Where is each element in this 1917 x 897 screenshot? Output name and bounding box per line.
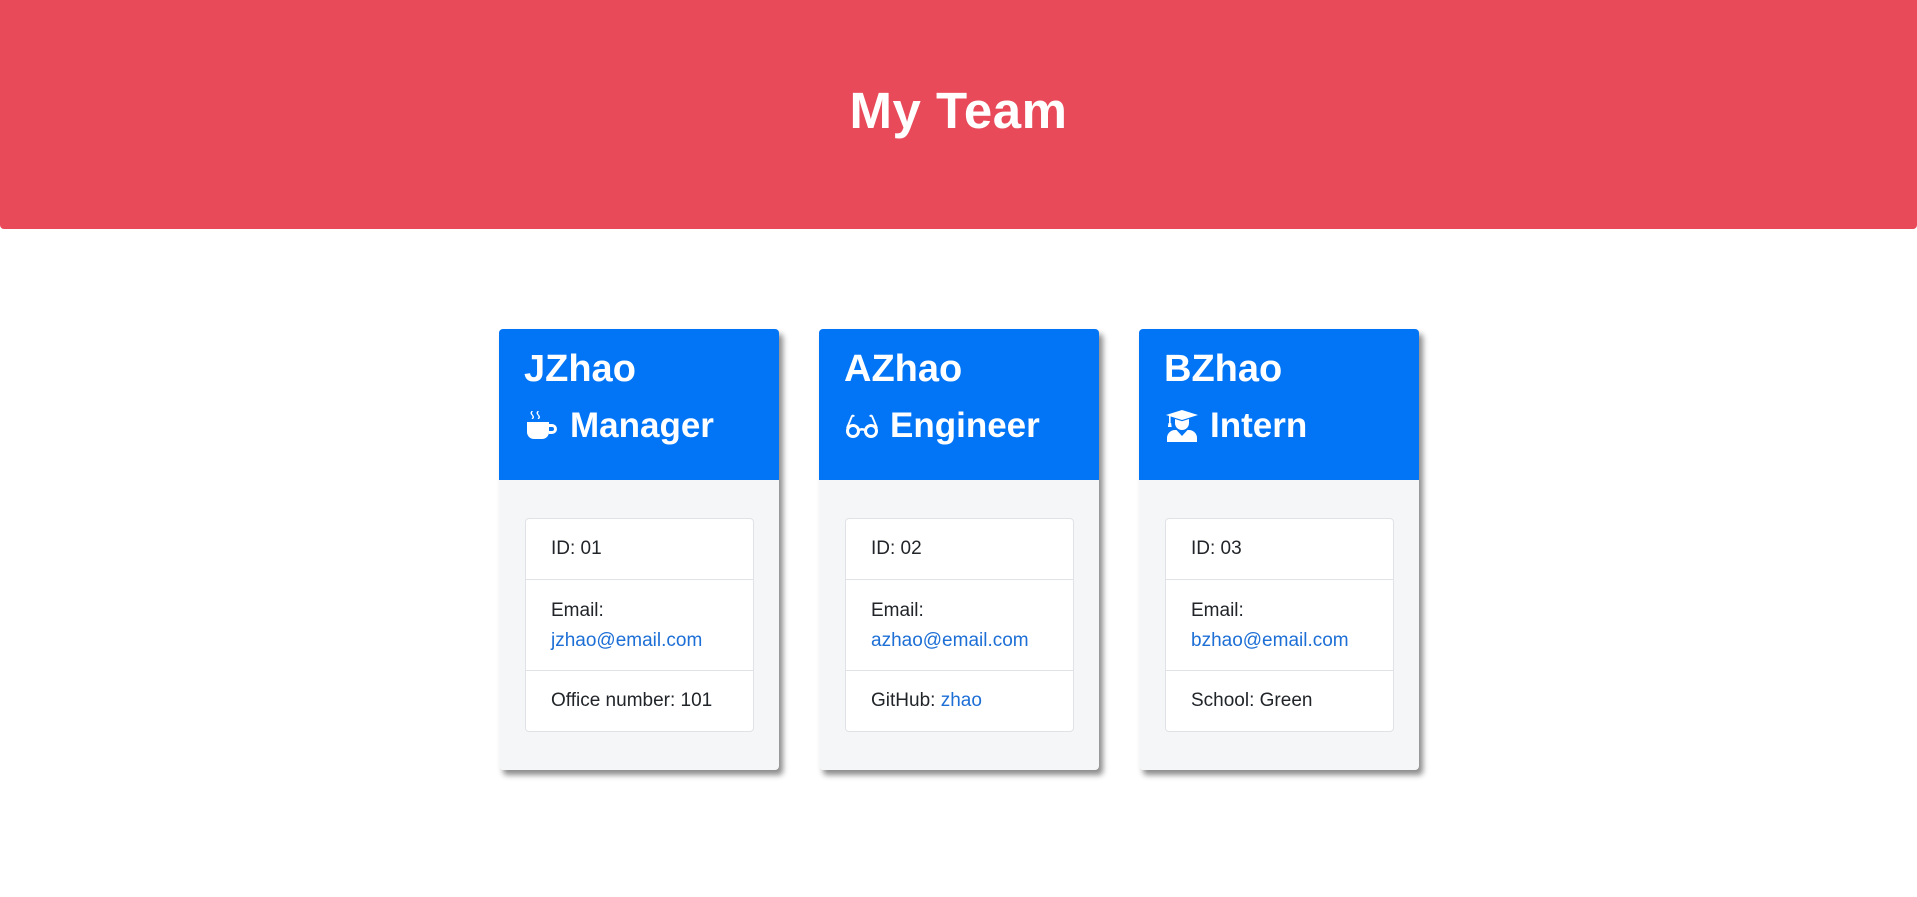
card-body: ID: 01 Email: jzhao@email.com Office num… <box>499 480 779 732</box>
card-body: ID: 03 Email: bzhao@email.com School: Gr… <box>1139 480 1419 732</box>
page-header: My Team <box>0 0 1917 229</box>
email-item: Email: bzhao@email.com <box>1166 580 1393 671</box>
employee-role: Engineer <box>844 405 1073 447</box>
employee-role: Intern <box>1164 405 1393 447</box>
github-item: GitHub: zhao <box>846 671 1073 731</box>
card-header: AZhao Engineer <box>819 329 1099 480</box>
email-item: Email: azhao@email.com <box>846 580 1073 671</box>
coffee-icon <box>524 408 560 444</box>
role-label: Manager <box>570 406 714 445</box>
graduate-icon <box>1164 408 1200 444</box>
id-item: ID: 01 <box>526 519 753 580</box>
email-link[interactable]: azhao@email.com <box>871 630 1029 651</box>
employee-name: BZhao <box>1164 348 1283 390</box>
employee-card-intern: BZhao Intern ID: 03 Email: bzhao@email.c… <box>1139 329 1419 770</box>
email-label: Email: <box>1191 600 1244 621</box>
role-label: Intern <box>1210 406 1308 445</box>
info-list: ID: 03 Email: bzhao@email.com School: Gr… <box>1165 518 1394 732</box>
employee-name: JZhao <box>524 348 636 390</box>
id-item: ID: 03 <box>1166 519 1393 580</box>
card-header: BZhao Intern <box>1139 329 1419 480</box>
team-container: JZhao Manager ID: 01 Email: jzhao@email.… <box>499 329 1419 770</box>
school-item: School: Green <box>1191 690 1313 711</box>
card-body: ID: 02 Email: azhao@email.com GitHub: zh… <box>819 480 1099 732</box>
info-list: ID: 01 Email: jzhao@email.com Office num… <box>525 518 754 732</box>
role-label: Engineer <box>890 406 1040 445</box>
email-link[interactable]: jzhao@email.com <box>551 630 702 651</box>
email-item: Email: jzhao@email.com <box>526 580 753 671</box>
glasses-icon <box>844 408 880 444</box>
card-header: JZhao Manager <box>499 329 779 480</box>
email-link[interactable]: bzhao@email.com <box>1191 630 1349 651</box>
email-label: Email: <box>551 600 604 621</box>
github-label: GitHub: <box>871 690 941 711</box>
office-number-item: Office number: 101 <box>551 690 713 711</box>
github-link[interactable]: zhao <box>941 686 982 716</box>
employee-card-manager: JZhao Manager ID: 01 Email: jzhao@email.… <box>499 329 779 770</box>
page-title: My Team <box>849 82 1068 139</box>
email-label: Email: <box>871 600 924 621</box>
employee-name: AZhao <box>844 348 963 390</box>
id-item: ID: 02 <box>846 519 1073 580</box>
info-list: ID: 02 Email: azhao@email.com GitHub: zh… <box>845 518 1074 732</box>
employee-role: Manager <box>524 405 753 447</box>
employee-card-engineer: AZhao Engineer ID: 02 Email: azhao@email… <box>819 329 1099 770</box>
